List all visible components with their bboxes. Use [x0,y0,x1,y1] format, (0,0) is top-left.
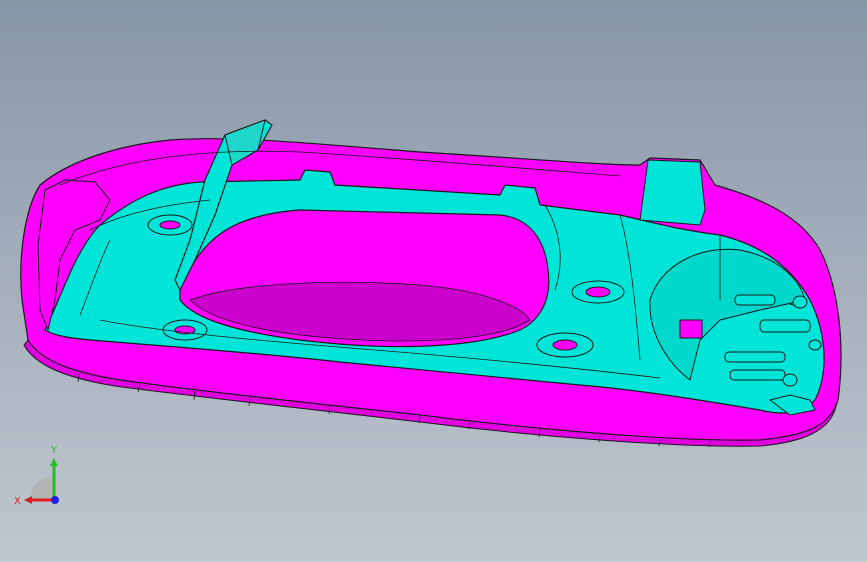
x-axis-label: X [14,496,21,507]
triad-plane [30,476,54,500]
y-axis-label: Y [50,445,58,456]
coordinate-triad: Y X [10,440,80,510]
z-axis-icon [51,496,59,504]
cad-viewport[interactable]: Y X [0,0,867,562]
right-tab [639,159,706,226]
square-slot [679,319,703,339]
cad-model[interactable] [0,0,867,562]
